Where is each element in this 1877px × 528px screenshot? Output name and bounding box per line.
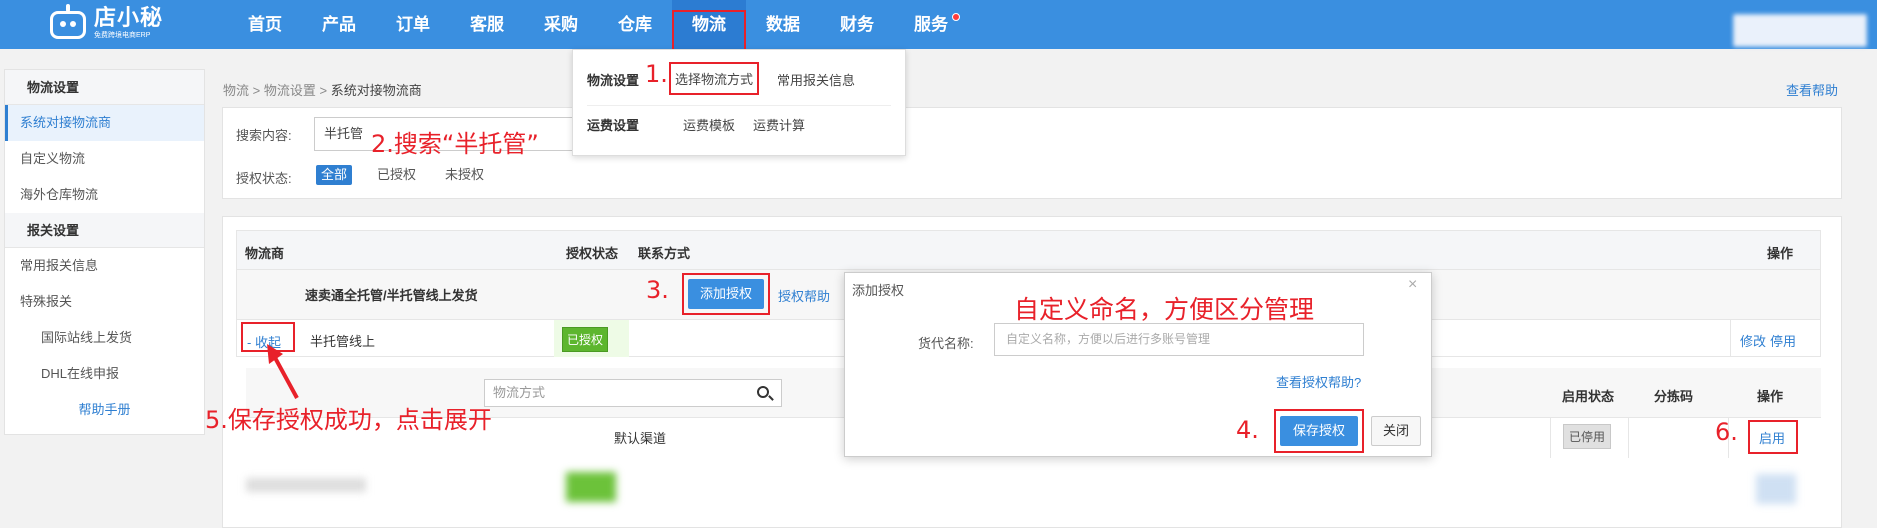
sidebar-item-intl-station[interactable]: 国际站线上发货 xyxy=(5,320,204,356)
sidebar-item-overseas-warehouse[interactable]: 海外仓库物流 xyxy=(5,177,204,213)
authorized-badge: 已授权 xyxy=(562,327,609,352)
default-channel-name: 默认渠道 xyxy=(614,431,667,446)
highlight-save-auth xyxy=(1274,409,1364,453)
annotation-step5: 5.保存授权成功，点击展开 xyxy=(205,406,492,434)
brand-name: 店小秘 xyxy=(94,5,164,30)
annotation-step1: 1. xyxy=(645,60,668,88)
dd-select-shipping-method[interactable]: 选择物流方式 xyxy=(669,62,760,95)
auth-status-label: 授权状态: xyxy=(236,171,292,186)
robot-logo-icon xyxy=(46,3,90,43)
sidebar-item-special-customs[interactable]: 特殊报关 xyxy=(5,284,204,320)
filter-all[interactable]: 全部 xyxy=(316,165,353,185)
dd-freight-settings: 运费设置 xyxy=(587,118,640,133)
sidebar-item-customs-info[interactable]: 常用报关信息 xyxy=(5,248,204,284)
th-action: 操作 xyxy=(1767,246,1794,261)
breadcrumb: 物流 > 物流设置 > 系统对接物流商 xyxy=(223,83,422,98)
sidebar-section-logistics: 物流设置 xyxy=(5,70,204,105)
filter-unauthorized[interactable]: 未授权 xyxy=(440,165,489,185)
annotation-naming-tip: 自定义命名，方便区分管理 xyxy=(1014,295,1315,324)
th-auth-status: 授权状态 xyxy=(566,246,619,261)
breadcrumb-current: 系统对接物流商 xyxy=(330,83,422,98)
nav-customer-service[interactable]: 客服 xyxy=(450,0,524,49)
user-account-blurred[interactable] xyxy=(1733,14,1867,47)
close-icon[interactable]: × xyxy=(1408,276,1417,294)
brand-tagline: 免费跨境电商ERP xyxy=(94,32,151,39)
close-button[interactable]: 关闭 xyxy=(1371,416,1421,446)
forwarder-name-input[interactable]: 自定义名称，方便以后进行多账号管理 xyxy=(994,323,1364,356)
highlight-add-auth xyxy=(682,273,770,315)
th-enabled-status: 启用状态 xyxy=(1562,389,1615,404)
highlight-enable xyxy=(1748,420,1798,454)
nav-services[interactable]: 服务 xyxy=(894,0,968,49)
disabled-badge: 已停用 xyxy=(1563,424,1612,449)
filter-authorized[interactable]: 已授权 xyxy=(372,165,421,185)
th-contact: 联系方式 xyxy=(638,246,691,261)
sidebar-section-customs: 报关设置 xyxy=(5,213,204,248)
blurred-rows xyxy=(236,468,1821,528)
nav-services-label: 服务 xyxy=(914,15,948,34)
annotation-step4: 4. xyxy=(1236,416,1259,444)
auth-help-link[interactable]: 授权帮助 xyxy=(778,286,830,305)
dd-freight-calculator[interactable]: 运费计算 xyxy=(753,115,805,134)
nav-products[interactable]: 产品 xyxy=(302,0,376,49)
forwarder-name-label: 货代名称: xyxy=(918,336,974,351)
th-sub-action: 操作 xyxy=(1757,389,1784,404)
annotation-step3: 3. xyxy=(646,276,669,304)
nav-orders[interactable]: 订单 xyxy=(376,0,450,49)
sidebar: 物流设置 系统对接物流商 自定义物流 海外仓库物流 报关设置 常用报关信息 特殊… xyxy=(4,69,205,435)
shipping-method-search-input[interactable]: 物流方式 xyxy=(484,379,782,407)
carrier-account-name: 半托管线上 xyxy=(310,334,376,349)
sidebar-item-custom-logistics[interactable]: 自定义物流 xyxy=(5,141,204,177)
notification-dot-icon xyxy=(952,13,960,21)
dd-freight-template[interactable]: 运费模板 xyxy=(683,115,735,134)
nav-purchasing[interactable]: 采购 xyxy=(524,0,598,49)
sidebar-help-link[interactable]: 帮助手册 xyxy=(5,392,204,428)
search-icon[interactable] xyxy=(757,386,769,398)
disable-link[interactable]: 停用 xyxy=(1770,331,1796,350)
logistics-dropdown-menu: 物流设置 选择物流方式 常用报关信息 运费设置 运费模板 运费计算 xyxy=(572,49,906,156)
nav-logistics[interactable]: 物流 xyxy=(672,0,746,52)
annotation-arrow-icon xyxy=(267,344,299,399)
view-auth-help-link[interactable]: 查看授权帮助? xyxy=(1276,372,1361,391)
annotation-step2: 2.搜索“半托管” xyxy=(371,130,539,158)
nav-warehouse[interactable]: 仓库 xyxy=(598,0,672,49)
th-sort-code: 分拣码 xyxy=(1654,389,1694,404)
dd-customs-info[interactable]: 常用报关信息 xyxy=(777,70,855,89)
th-carrier: 物流商 xyxy=(245,246,285,261)
carrier-group-name: 速卖通全托管/半托管线上发货 xyxy=(305,288,478,303)
search-label: 搜索内容: xyxy=(236,128,292,143)
view-help-link[interactable]: 查看帮助 xyxy=(1786,80,1838,99)
main-nav: 首页 产品 订单 客服 采购 仓库 物流 数据 财务 服务 xyxy=(228,0,968,52)
nav-data[interactable]: 数据 xyxy=(746,0,820,49)
sidebar-item-system-carriers[interactable]: 系统对接物流商 xyxy=(5,105,204,141)
table-header xyxy=(236,230,1821,270)
top-nav-bar: 店小秘 免费跨境电商ERP 首页 产品 订单 客服 采购 仓库 物流 数据 财务… xyxy=(0,0,1877,52)
dd-logistics-settings: 物流设置 xyxy=(587,73,640,88)
brand-logo[interactable]: 店小秘 免费跨境电商ERP xyxy=(46,3,163,43)
modal-title: 添加授权 xyxy=(852,283,905,298)
annotation-step6: 6. xyxy=(1715,418,1738,446)
sidebar-item-dhl-declare[interactable]: DHL在线申报 xyxy=(5,356,204,392)
edit-link[interactable]: 修改 xyxy=(1740,331,1766,350)
nav-home[interactable]: 首页 xyxy=(228,0,302,49)
breadcrumb-logistics[interactable]: 物流 xyxy=(223,83,249,98)
breadcrumb-settings[interactable]: 物流设置 xyxy=(264,83,316,98)
nav-finance[interactable]: 财务 xyxy=(820,0,894,49)
